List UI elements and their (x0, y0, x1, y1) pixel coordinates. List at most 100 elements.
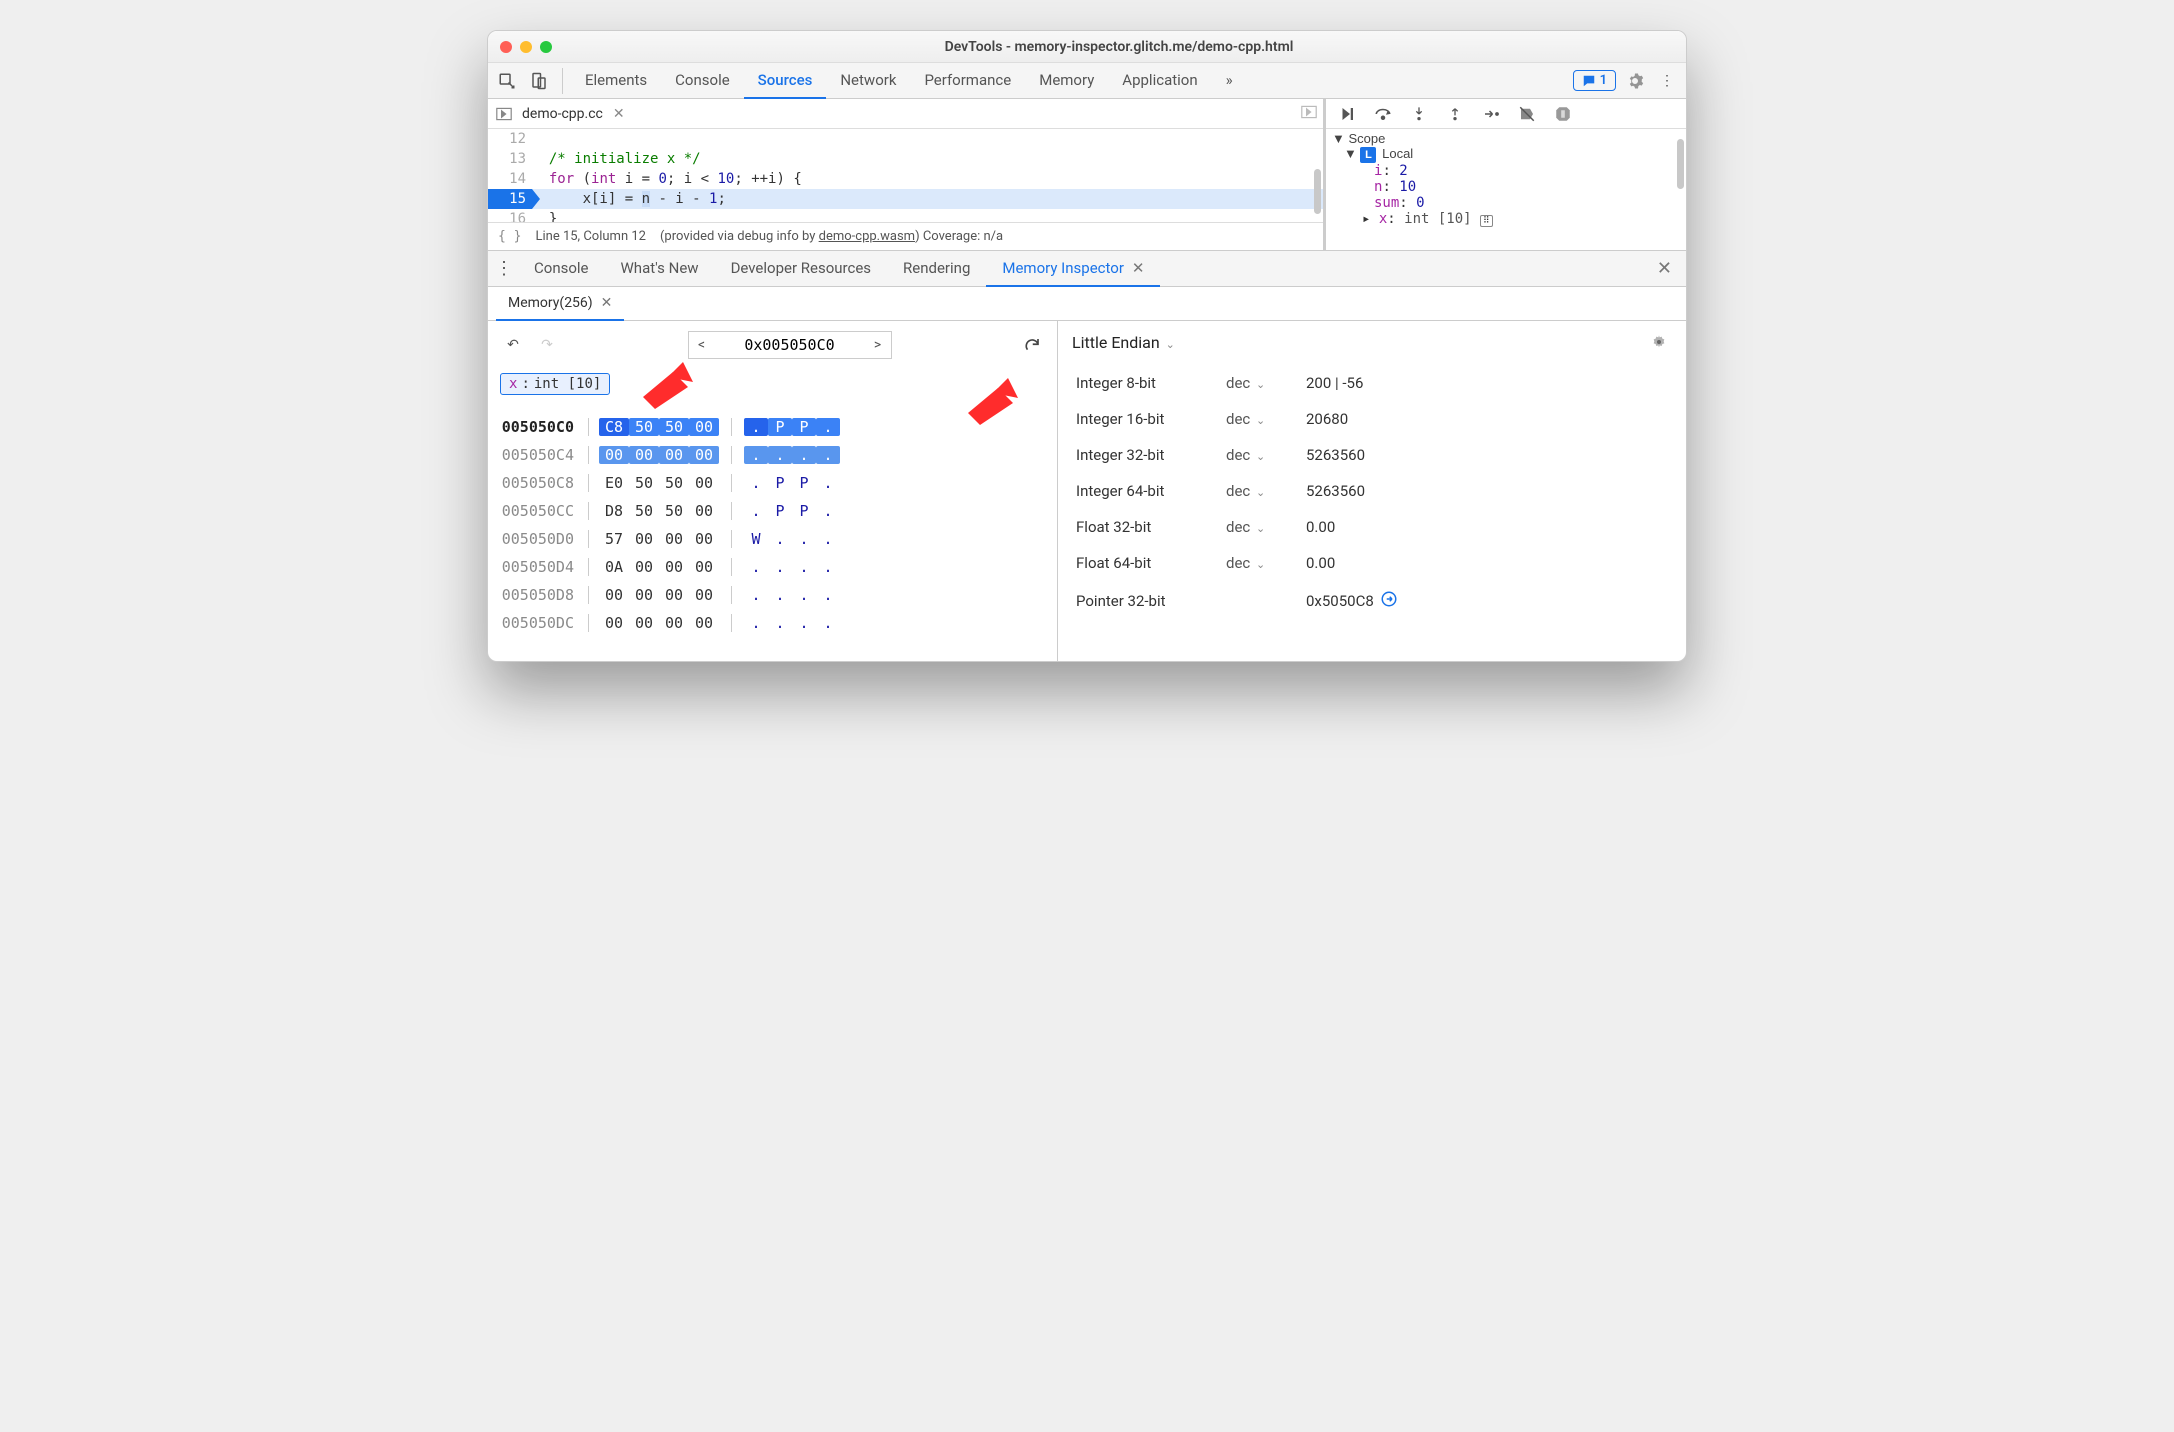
inspect-element-icon[interactable] (494, 68, 520, 94)
var-row[interactable]: ▸ x: int [10] ⠿ (1332, 211, 1680, 227)
jump-to-address-icon[interactable] (1380, 590, 1398, 612)
hex-byte[interactable]: 00 (689, 446, 719, 464)
hex-byte[interactable]: 00 (689, 474, 719, 492)
more-tabs-icon[interactable] (1301, 105, 1317, 123)
code-editor[interactable]: 12 13 14 15 16 17 /* initialize x */ for… (488, 129, 1323, 222)
hex-byte[interactable]: 00 (689, 558, 719, 576)
close-icon[interactable]: ✕ (601, 295, 613, 311)
device-toolbar-icon[interactable] (526, 68, 552, 94)
hex-byte[interactable]: 00 (629, 446, 659, 464)
encoding-select[interactable]: dec ⌄ (1226, 482, 1265, 500)
hex-byte[interactable]: 57 (599, 530, 629, 548)
encoding-select[interactable]: dec ⌄ (1226, 518, 1265, 536)
navigator-toggle-icon[interactable] (494, 107, 514, 121)
hex-byte[interactable]: 00 (659, 614, 689, 632)
endianness-select[interactable]: Little Endian ⌄ (1072, 333, 1175, 352)
hex-byte[interactable]: 00 (689, 418, 719, 436)
var-row[interactable]: i: 2 (1332, 163, 1680, 179)
scrollbar-thumb[interactable] (1314, 169, 1321, 214)
hex-byte[interactable]: 00 (689, 502, 719, 520)
tab-network[interactable]: Network (826, 63, 910, 99)
hex-byte[interactable]: 00 (689, 586, 719, 604)
hex-byte[interactable]: C8 (599, 418, 629, 436)
hex-byte[interactable]: 00 (689, 530, 719, 548)
step-out-icon[interactable] (1442, 101, 1468, 127)
kebab-menu-icon[interactable]: ⋮ (1654, 68, 1680, 94)
pause-exceptions-icon[interactable] (1550, 101, 1576, 127)
hex-byte[interactable]: 00 (599, 446, 629, 464)
tab-sources[interactable]: Sources (744, 63, 827, 99)
deactivate-breakpoints-icon[interactable] (1514, 101, 1540, 127)
hex-byte[interactable]: 50 (629, 418, 659, 436)
drawer-tab-whatsnew[interactable]: What's New (605, 251, 715, 287)
hex-byte[interactable]: 00 (629, 614, 659, 632)
hex-byte[interactable]: 00 (659, 530, 689, 548)
undo-icon[interactable]: ↶ (500, 332, 526, 358)
hex-byte[interactable]: 50 (629, 502, 659, 520)
encoding-select[interactable]: dec ⌄ (1226, 410, 1265, 428)
drawer-menu-icon[interactable]: ⋮ (494, 258, 514, 279)
hex-byte[interactable]: 00 (599, 586, 629, 604)
tab-performance[interactable]: Performance (910, 63, 1025, 99)
hex-byte[interactable]: 0A (599, 558, 629, 576)
step-over-icon[interactable] (1370, 101, 1396, 127)
address-field[interactable] (715, 332, 865, 358)
hex-byte[interactable]: 00 (659, 558, 689, 576)
hex-byte[interactable]: 00 (659, 586, 689, 604)
interpreter-settings-icon[interactable] (1646, 329, 1672, 355)
hex-row[interactable]: 005050C0C8505000.PP. (500, 413, 1045, 441)
pointer-value[interactable]: 0x5050C8 (1306, 590, 1398, 612)
hex-byte[interactable]: 50 (629, 474, 659, 492)
hex-row[interactable]: 005050D800000000.... (500, 581, 1045, 609)
memory-buffer-tab[interactable]: Memory(256)✕ (496, 287, 624, 321)
close-icon[interactable]: ✕ (613, 106, 625, 122)
tab-elements[interactable]: Elements (571, 63, 661, 99)
minimize-window-button[interactable] (520, 41, 532, 53)
hex-byte[interactable]: 50 (659, 474, 689, 492)
hex-row[interactable]: 005050D057000000W... (500, 525, 1045, 553)
hex-byte[interactable]: 00 (629, 558, 659, 576)
settings-icon[interactable] (1622, 68, 1648, 94)
tab-overflow[interactable]: » (1212, 63, 1247, 99)
prev-page-icon[interactable]: < (689, 333, 715, 357)
close-drawer-icon[interactable]: ✕ (1649, 258, 1680, 279)
scope-section[interactable]: ▼ Scope (1332, 131, 1680, 146)
hex-byte[interactable]: 50 (659, 418, 689, 436)
wasm-link[interactable]: demo-cpp.wasm (819, 229, 915, 244)
hex-byte[interactable]: 00 (629, 586, 659, 604)
hex-byte[interactable]: 00 (659, 446, 689, 464)
hex-byte[interactable]: 00 (629, 530, 659, 548)
scrollbar-thumb[interactable] (1677, 139, 1684, 189)
hex-byte[interactable]: 00 (599, 614, 629, 632)
hex-byte[interactable]: 50 (659, 502, 689, 520)
drawer-tab-console[interactable]: Console (518, 251, 605, 287)
messages-count[interactable]: 1 (1573, 70, 1616, 91)
close-window-button[interactable] (500, 41, 512, 53)
encoding-select[interactable]: dec ⌄ (1226, 554, 1265, 572)
hex-row[interactable]: 005050C8E0505000.PP. (500, 469, 1045, 497)
tab-console[interactable]: Console (661, 63, 744, 99)
step-into-icon[interactable] (1406, 101, 1432, 127)
memory-icon[interactable]: ⠿ (1480, 215, 1493, 227)
hex-row[interactable]: 005050D40A000000.... (500, 553, 1045, 581)
resume-icon[interactable] (1334, 101, 1360, 127)
drawer-tab-rendering[interactable]: Rendering (887, 251, 986, 287)
redo-icon[interactable]: ↷ (534, 332, 560, 358)
step-icon[interactable] (1478, 101, 1504, 127)
pretty-print-icon[interactable]: { } (498, 229, 521, 244)
object-chip[interactable]: x: int [10] (500, 373, 610, 395)
hex-byte[interactable]: 00 (689, 614, 719, 632)
hex-row[interactable]: 005050DC00000000.... (500, 609, 1045, 637)
tab-application[interactable]: Application (1108, 63, 1211, 99)
encoding-select[interactable]: dec ⌄ (1226, 374, 1265, 392)
encoding-select[interactable]: dec ⌄ (1226, 446, 1265, 464)
hex-byte[interactable]: D8 (599, 502, 629, 520)
source-file-tab[interactable]: demo-cpp.cc ✕ (522, 106, 625, 122)
scope-local[interactable]: ▼ L Local (1332, 146, 1680, 163)
var-row[interactable]: sum: 0 (1332, 195, 1680, 211)
hex-row[interactable]: 005050C400000000.... (500, 441, 1045, 469)
hex-byte[interactable]: E0 (599, 474, 629, 492)
refresh-icon[interactable] (1019, 332, 1045, 358)
close-icon[interactable]: ✕ (1132, 259, 1145, 277)
hex-row[interactable]: 005050CCD8505000.PP. (500, 497, 1045, 525)
